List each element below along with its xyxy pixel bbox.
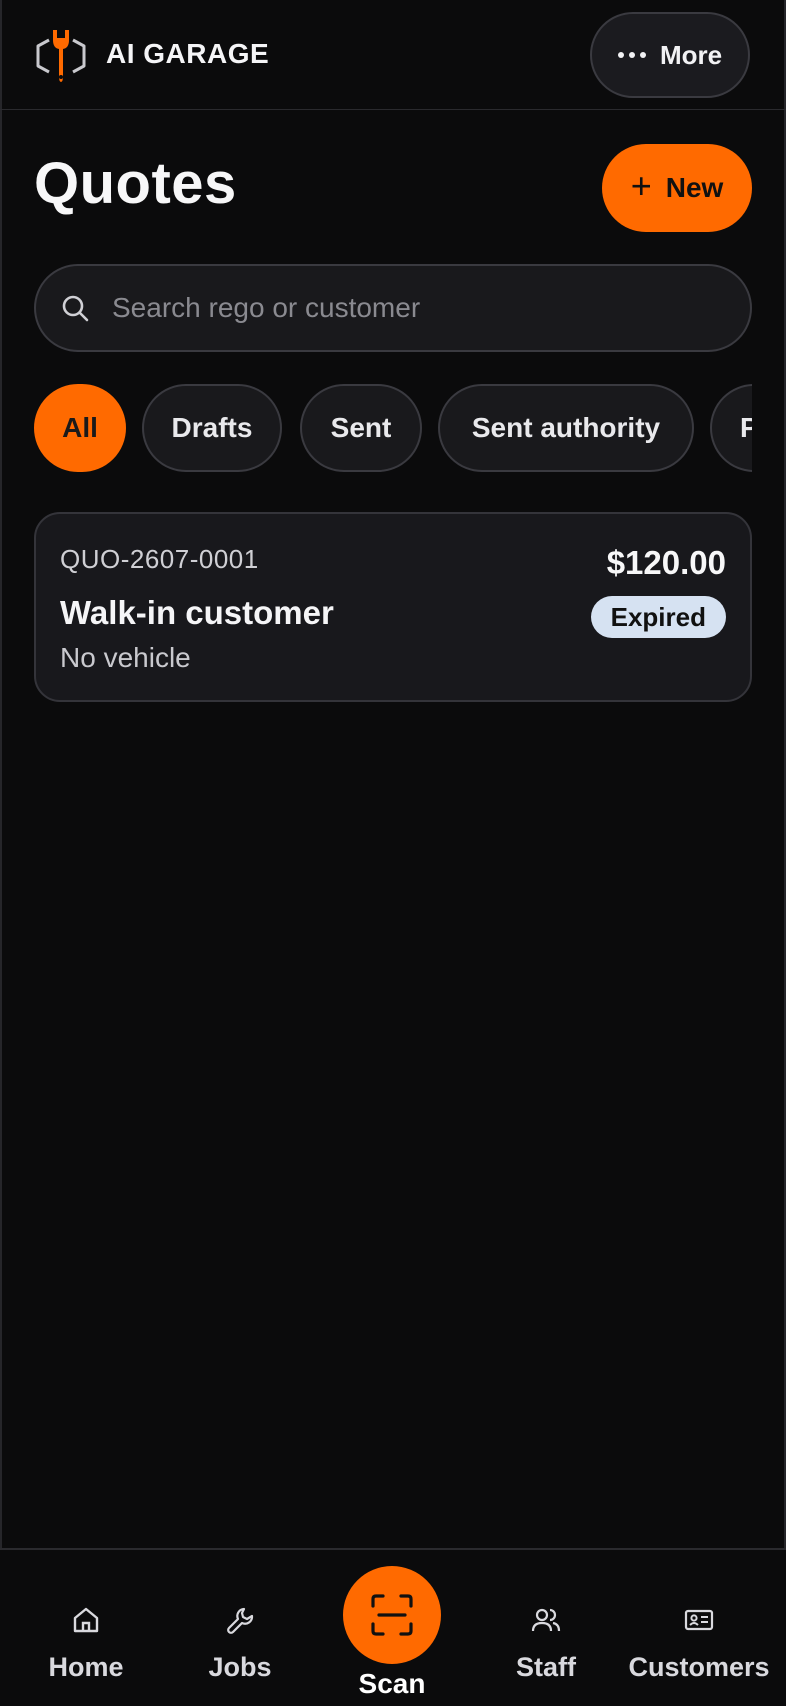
top-bar: AI GARAGE More — [0, 0, 786, 110]
nav-jobs[interactable]: Jobs — [192, 1550, 288, 1706]
chip-label: Sent authority — [471, 412, 661, 443]
more-label: More — [659, 39, 723, 70]
search-icon — [62, 295, 89, 322]
nav-home-label: Home — [48, 1652, 124, 1682]
filter-chip-partial[interactable]: P — [710, 384, 752, 472]
scan-icon — [371, 1594, 413, 1636]
search-bar[interactable] — [34, 264, 752, 352]
chip-label: Drafts — [171, 412, 253, 443]
id-card-icon — [684, 1609, 714, 1631]
home-icon — [73, 1607, 99, 1633]
quote-amount: $120.00 — [606, 544, 726, 581]
filter-chip-sent[interactable]: Sent — [300, 384, 422, 472]
chip-label: Sent — [330, 412, 392, 443]
scan-button[interactable] — [343, 1566, 441, 1664]
more-dots-icon — [617, 52, 646, 58]
page-title: Quotes — [34, 151, 237, 216]
app-frame — [0, 0, 786, 1704]
new-quote-button[interactable]: + New — [602, 144, 752, 232]
plus-icon: + — [630, 165, 652, 206]
chip-label: All — [62, 412, 98, 443]
nav-staff-label: Staff — [516, 1652, 576, 1682]
quote-card[interactable]: QUO-2607-0001 Walk-in customer No vehicl… — [34, 512, 752, 702]
filter-chip-all[interactable]: All — [34, 384, 126, 472]
status-badge: Expired — [590, 596, 726, 638]
nav-home[interactable]: Home — [38, 1550, 134, 1706]
nav-staff[interactable]: Staff — [498, 1550, 594, 1706]
search-input[interactable] — [110, 291, 714, 325]
wrench-icon — [227, 1607, 254, 1634]
chip-label: P — [740, 412, 752, 443]
quote-customer: Walk-in customer — [60, 594, 334, 631]
quote-vehicle: No vehicle — [60, 642, 191, 673]
nav-jobs-label: Jobs — [208, 1652, 272, 1682]
filter-chip-sent-authority[interactable]: Sent authority — [438, 384, 694, 472]
users-icon — [531, 1608, 561, 1632]
nav-customers-label: Customers — [628, 1652, 770, 1682]
filter-chips: All Drafts Sent Sent authority P — [34, 384, 752, 472]
wrench-hexagon-logo — [36, 30, 86, 82]
new-label: New — [665, 172, 724, 203]
nav-scan-label[interactable]: Scan — [343, 1668, 441, 1700]
nav-customers[interactable]: Customers — [626, 1550, 772, 1706]
more-button[interactable]: More — [590, 12, 750, 98]
filter-chip-drafts[interactable]: Drafts — [142, 384, 282, 472]
quote-number: QUO-2607-0001 — [60, 544, 259, 574]
brand-name: AI GARAGE — [106, 38, 270, 69]
